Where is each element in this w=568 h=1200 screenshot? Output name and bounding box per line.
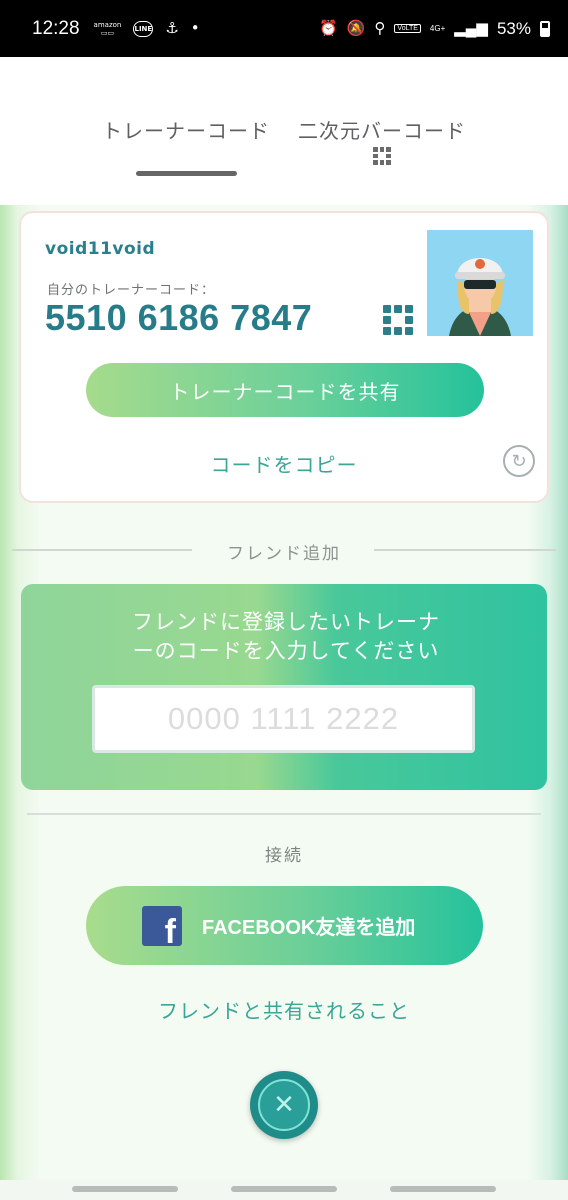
more-dot-icon: •: [190, 19, 200, 37]
system-nav-bar: [0, 1180, 568, 1200]
nav-back-indicator[interactable]: [72, 1186, 178, 1192]
add-friend-divider: フレンド追加: [12, 539, 556, 564]
nav-home-indicator[interactable]: [231, 1186, 337, 1192]
close-button[interactable]: ✕: [250, 1071, 318, 1139]
alarm-icon: ⏰: [319, 20, 338, 37]
prompt-line-1: フレンドに登録したいトレーナ: [132, 610, 440, 634]
qr-code-icon[interactable]: [383, 305, 413, 335]
add-facebook-friends-button[interactable]: f FACEBOOK友達を追加: [86, 886, 483, 965]
connect-heading: 接続: [265, 846, 303, 866]
share-trainer-code-button[interactable]: トレーナーコードを共有: [86, 363, 484, 417]
add-friend-prompt: フレンドに登録したいトレーナ ーのコードを入力してください: [81, 608, 491, 666]
line-icon: LINE: [133, 20, 154, 37]
trainer-code-value: 5510 6186 7847: [45, 297, 313, 338]
status-right: ⏰ 🔕 ⚲ VoLTE 4G+ ▂▄▆ 53%: [319, 19, 550, 39]
header-tabs: トレーナーコード 二次元バーコード: [0, 57, 568, 205]
tab-trainer-code[interactable]: トレーナーコード: [102, 115, 270, 144]
tab-qr-code[interactable]: 二次元バーコード: [298, 115, 466, 144]
network-icon: 4G+: [429, 23, 446, 33]
add-friend-heading: フレンド追加: [227, 544, 341, 564]
pokemon-go-icon: ⚓: [165, 19, 179, 37]
section-divider: [27, 813, 541, 815]
friend-code-input[interactable]: [92, 685, 475, 753]
battery-icon: [540, 20, 550, 37]
trainer-code-label: 自分のトレーナーコード：: [47, 283, 216, 298]
mute-icon: 🔕: [346, 20, 366, 37]
prompt-line-2: ーのコードを入力してください: [132, 639, 440, 663]
refresh-icon[interactable]: ↻: [503, 445, 535, 477]
add-friend-panel: フレンドに登録したいトレーナ ーのコードを入力してください: [21, 584, 547, 790]
qr-code-icon[interactable]: [373, 147, 391, 165]
trainer-avatar: [427, 230, 533, 336]
facebook-button-label: FACEBOOK友達を追加: [202, 917, 416, 939]
facebook-icon: f: [142, 906, 182, 946]
friend-code-screen: void11void 自分のトレーナーコード： 5510 6186 7847 ト…: [0, 205, 568, 1200]
amazon-icon: amazon ▭▭: [93, 20, 122, 37]
nav-recents-indicator[interactable]: [390, 1186, 496, 1192]
notification-icons: amazon ▭▭ LINE ⚓ •: [93, 19, 200, 37]
volte-icon: VoLTE: [394, 24, 421, 33]
location-icon: ⚲: [374, 20, 386, 37]
battery-percent: 53%: [496, 18, 531, 38]
close-icon: ✕: [258, 1079, 310, 1131]
copy-code-link[interactable]: コードをコピー: [21, 449, 547, 478]
trainer-card: void11void 自分のトレーナーコード： 5510 6186 7847 ト…: [19, 211, 549, 503]
trainer-username: void11void: [45, 239, 156, 259]
status-time: 12:28: [32, 17, 80, 39]
shared-with-friends-link[interactable]: フレンドと共有されること: [0, 995, 568, 1024]
divider-line-right: [374, 549, 556, 551]
status-bar: 12:28 amazon ▭▭ LINE ⚓ • ⏰ 🔕 ⚲ VoLTE 4G+…: [0, 0, 568, 57]
signal-icon: ▂▄▆: [454, 20, 488, 37]
active-tab-indicator: [136, 171, 237, 176]
